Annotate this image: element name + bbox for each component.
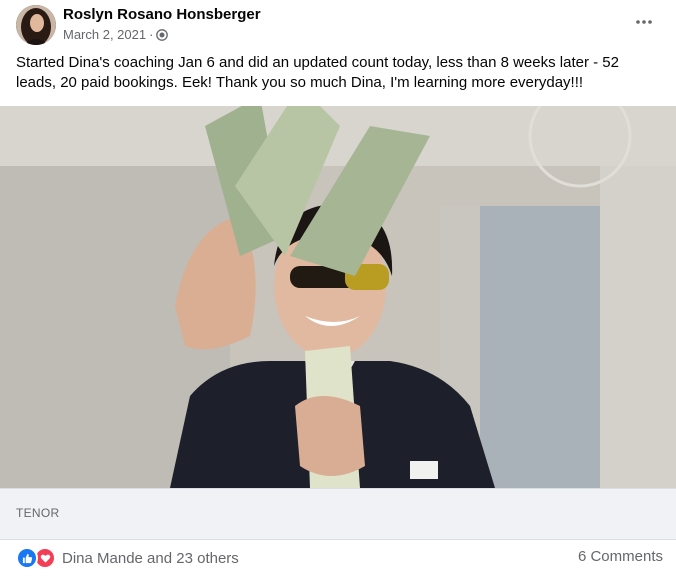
post-header: Roslyn Rosano Honsberger March 2, 2021 · [0, 0, 676, 50]
author-name[interactable]: Roslyn Rosano Honsberger [63, 6, 261, 23]
tenor-label: TENOR [16, 506, 60, 520]
post-text: Started Dina's coaching Jan 6 and did an… [16, 54, 619, 91]
separator-dot: · [149, 27, 154, 42]
post-date[interactable]: March 2, 2021 [63, 27, 146, 42]
comments-count[interactable]: 6 Comments [578, 548, 663, 565]
attachment-source-bar[interactable]: TENOR [0, 488, 676, 540]
like-icon [16, 547, 38, 569]
avatar[interactable] [16, 5, 56, 45]
globe-icon[interactable] [156, 28, 169, 41]
gif-image[interactable] [0, 106, 676, 488]
reaction-icons [16, 547, 56, 569]
more-options-icon[interactable] [632, 10, 656, 34]
post-meta: March 2, 2021 · [63, 27, 169, 42]
reactions-text[interactable]: Dina Mande and 23 others [62, 550, 239, 567]
reactions-summary[interactable]: Dina Mande and 23 others [16, 547, 239, 569]
